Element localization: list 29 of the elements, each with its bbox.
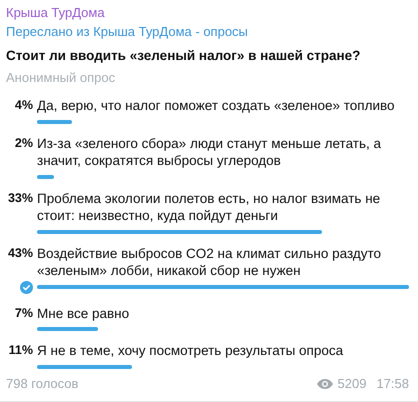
check-icon: [20, 280, 33, 294]
option-text: Да, верю, что налог поможет создать «зеленое» топливо: [37, 97, 396, 114]
message-time: 17:58: [376, 374, 409, 392]
views-count: 5209: [338, 374, 366, 392]
option-text: Я не в теме, хочу посмотреть результаты опроса: [37, 342, 344, 360]
option-text: Проблема экологии полетов есть, но налог взимать не стоит: неизвестно, куда пойдут деньги: [37, 190, 382, 224]
poll-option[interactable]: 7% Мне все равно: [6, 304, 409, 331]
option-text: Из-за «зеленого сбора» люди станут меньше летать, а значит, сократятся выбросы углеродов: [37, 134, 382, 170]
result-bar: [37, 174, 54, 178]
option-text: Мне все равно: [37, 304, 130, 322]
option-percent: 4%: [14, 97, 33, 114]
option-percent: 43%: [6, 244, 33, 262]
option-percent: 7%: [14, 304, 33, 322]
option-percent: 33%: [6, 190, 33, 206]
result-bar: [37, 327, 98, 331]
option-percent: 11%: [8, 342, 33, 359]
poll-option[interactable]: 4% Да, верю, что налог поможет создать «зеленое» топливо: [6, 97, 409, 124]
poll-option[interactable]: 11% Я не в теме, хочу посмотреть результаты опроса: [6, 342, 409, 368]
result-bar: [37, 120, 72, 124]
option-percent: 2%: [14, 134, 33, 152]
eye-icon: [316, 378, 334, 390]
poll-question: Стоит ли вводить «зеленый налог» в нашей стране?: [6, 47, 362, 65]
poll-option[interactable]: 33% Проблема экологии полетов есть, но налог взимать не стоит: неизвестно, куда пойдут деньги: [6, 190, 409, 234]
votes-count: 798 голосов: [6, 374, 80, 392]
poll-option[interactable]: 2% Из-за «зеленого сбора» люди станут меньше летать, а значит, сократятся выбросы углеродов: [6, 134, 409, 178]
poll-option[interactable]: 43% Воздействие выбросов CO2 на климат сильно раздуто «зеленым» лобби, никакой сбор не нужен: [6, 244, 409, 294]
channel-name[interactable]: Крыша ТурДома: [6, 4, 409, 22]
poll-type: Анонимный опрос: [6, 69, 116, 87]
option-text: Воздействие выбросов CO2 на климат сильно раздуто «зеленым» лобби, никакой сбор не нужен: [37, 244, 382, 280]
